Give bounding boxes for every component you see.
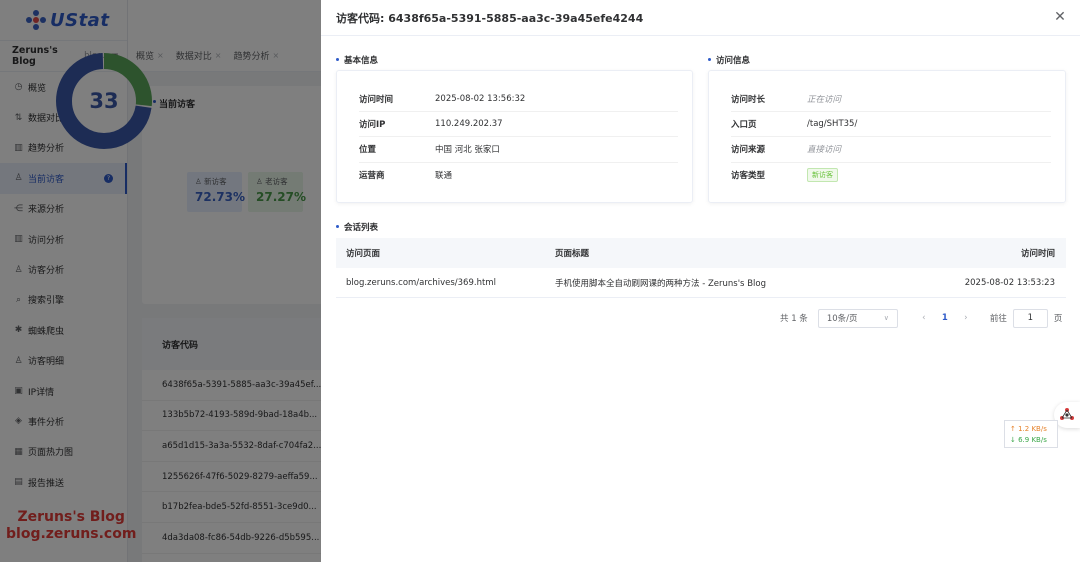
info-row: 访问IP 110.249.202.37 [359,112,678,138]
visit-info-card: 访问时长 正在访问入口页/tag/SHT35/访问来源 直接访问访客类型 新访客 [708,70,1066,203]
info-value: 110.249.202.37 [435,119,503,130]
info-key: 访客类型 [731,171,766,182]
info-value: /tag/SHT35/ [807,119,858,130]
table-cell[interactable]: blog.zeruns.com/archives/369.html [336,278,555,288]
drawer-title: 访客代码: 6438f65a-5391-5885-aa3c-39a45efe42… [336,11,644,25]
info-value: 中国 河北 张家口 [435,145,500,156]
drawer-header: 访客代码: 6438f65a-5391-5885-aa3c-39a45efe42… [321,0,1080,36]
col-time: 访问时间 [1020,249,1055,259]
network-speed-widget: ↑ 1.2 KB/s ↓ 6.9 KB/s [1004,420,1058,448]
info-key: 访问IP [359,120,386,131]
pagination-total: 共 1 条 [780,314,808,324]
next-page-button[interactable]: › [956,313,976,323]
network-icon [1060,408,1074,420]
info-value: 2025-08-02 13:56:32 [435,94,526,105]
table-row[interactable]: blog.zeruns.com/archives/369.html 手机使用脚本全… [336,268,1066,298]
info-value: 正在访问 [807,95,842,106]
info-row: 入口页/tag/SHT35/ [731,112,1051,138]
col-page: 访问页面 [346,249,381,259]
session-list-title: 会话列表 [336,221,378,233]
download-speed: ↓ 6.9 KB/s [1010,436,1047,444]
info-row: 位置 中国 河北 张家口 [359,137,678,163]
info-row: 运营商 联通 [359,163,678,188]
info-key: 位置 [359,145,377,156]
pagination: 共 1 条 10条/页 ∨ ‹ 1 › 前往 1 页 [780,308,1062,328]
info-value: 联通 [435,171,453,182]
basic-info-card: 访问时间 2025-08-02 13:56:32 访问IP 110.249.202.3… [336,70,693,203]
info-key: 访问时长 [731,95,766,106]
info-value: 直接访问 [807,145,842,156]
goto-page-input[interactable]: 1 [1012,308,1048,328]
info-key: 入口页 [731,120,757,131]
page-size-select[interactable]: 10条/页 ∨ [817,308,898,328]
info-row: 访问时间 2025-08-02 13:56:32 [359,87,678,113]
close-icon[interactable]: ✕ [1052,8,1068,26]
upload-speed: ↑ 1.2 KB/s [1010,425,1047,433]
visitor-type-badge: 新访客 [807,168,838,183]
info-key: 访问来源 [731,145,766,156]
page-size-value: 10条/页 [826,314,858,324]
table-cell: 手机使用脚本全自动刷网课的两种方法 - Zeruns's Blog [555,278,766,289]
goto-label: 前往 [989,314,1007,324]
prev-page-button[interactable]: ‹ [914,313,934,323]
visit-info-title: 访问信息 [708,54,750,66]
info-row: 访问来源 直接访问 [731,137,1051,163]
info-row: 访客类型 新访客 [731,163,1051,188]
session-table-header: 访问页面 页面标题 访问时间 [336,238,1066,268]
info-key: 运营商 [359,171,385,182]
page-number-current[interactable]: 1 [934,313,956,323]
table-cell: 2025-08-02 13:53:23 [964,277,1055,288]
info-row: 访问时长 正在访问 [731,87,1051,113]
goto-suffix: 页 [1053,314,1063,324]
col-title: 页面标题 [555,249,590,259]
session-table: 访问页面 页面标题 访问时间 blog.zeruns.com/archives/… [336,238,1066,298]
basic-info-title: 基本信息 [336,54,378,66]
chevron-down-icon: ∨ [883,314,889,322]
info-key: 访问时间 [359,95,394,106]
